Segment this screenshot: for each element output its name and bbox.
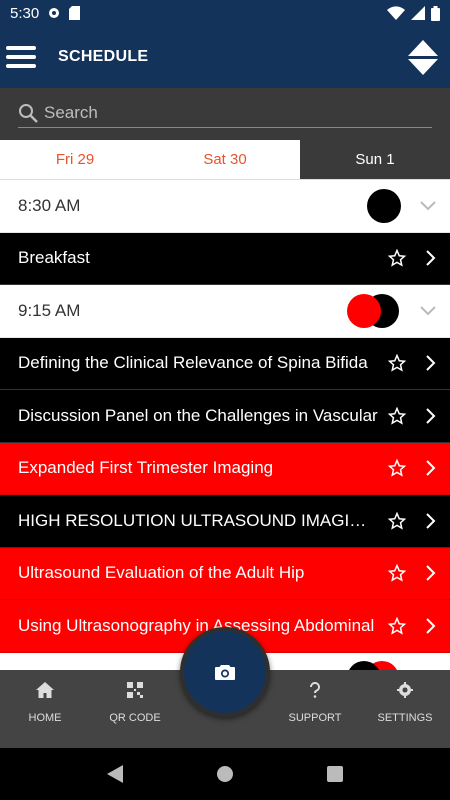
time-header[interactable]: 9:15 AM — [0, 285, 450, 338]
session-row[interactable]: Expanded First Trimester Imaging — [0, 442, 450, 495]
session-title: Breakfast — [18, 248, 90, 268]
status-bar: 5:30 — [0, 0, 450, 26]
menu-icon[interactable] — [6, 41, 36, 73]
chevron-right-icon — [426, 618, 436, 634]
chevron-right-icon — [426, 513, 436, 529]
nav-support[interactable]: SUPPORT — [270, 670, 360, 748]
session-row[interactable]: Defining the Clinical Relevance of Spina… — [0, 337, 450, 390]
status-time: 5:30 — [10, 4, 40, 22]
page-title: SCHEDULE — [58, 48, 149, 65]
time-label: 8:30 AM — [18, 195, 81, 215]
home-icon — [36, 682, 54, 698]
session-row[interactable]: Discussion Panel on the Challenges in Va… — [0, 390, 450, 443]
app-bar: SCHEDULE — [0, 26, 450, 88]
sort-up-icon — [408, 39, 438, 56]
camera-icon — [215, 665, 235, 680]
star-icon[interactable] — [388, 616, 406, 635]
search-icon — [19, 103, 38, 123]
chevron-right-icon — [426, 355, 436, 371]
chevron-right-icon — [426, 250, 436, 266]
session-title: Expanded First Trimester Imaging — [18, 458, 274, 478]
time-label: 9:15 AM — [18, 300, 81, 320]
session-row[interactable]: HIGH RESOLUTION ULTRASOUND IMAGING OF — [0, 495, 450, 548]
gear-icon — [397, 682, 413, 698]
star-icon[interactable] — [388, 511, 406, 530]
chevron-down-icon — [420, 201, 436, 211]
nav-settings-label: SETTINGS — [377, 712, 433, 724]
session-title: Ultrasound Evaluation of the Adult Hip — [18, 563, 305, 583]
star-icon[interactable] — [388, 406, 406, 425]
session-title: HIGH RESOLUTION ULTRASOUND IMAGING OF — [18, 510, 378, 530]
nav-qr-code[interactable]: QR CODE — [90, 670, 180, 748]
star-icon[interactable] — [388, 354, 406, 372]
tab-sun-1[interactable]: Sun 1 — [300, 140, 450, 179]
recents-icon[interactable] — [327, 766, 344, 782]
battery-icon — [431, 5, 440, 21]
nav-home-label: HOME — [28, 712, 62, 724]
search-bar: Search — [0, 88, 450, 140]
chevron-right-icon — [426, 408, 436, 424]
star-icon[interactable] — [388, 249, 406, 267]
wifi-icon — [387, 6, 405, 20]
session-title: Using Ultrasonography in Assessing Abdom… — [18, 615, 375, 635]
tab-sat-30[interactable]: Sat 30 — [150, 140, 300, 179]
back-icon[interactable] — [106, 765, 123, 783]
search-placeholder: Search — [44, 102, 98, 122]
chevron-right-icon — [426, 460, 436, 476]
nav-settings[interactable]: SETTINGS — [360, 670, 450, 748]
sd-card-icon — [69, 6, 81, 20]
gear-icon — [49, 8, 60, 18]
nav-qr-label: QR CODE — [109, 712, 161, 724]
tab-fri-29[interactable]: Fri 29 — [0, 140, 150, 179]
chevron-down-icon — [420, 306, 436, 316]
day-tabs: Fri 29 Sat 30 Sun 1 — [0, 140, 450, 180]
system-nav-bar — [0, 748, 450, 800]
session-row[interactable]: Ultrasound Evaluation of the Adult Hip — [0, 547, 450, 600]
camera-button[interactable] — [180, 627, 270, 717]
time-header[interactable]: 8:30 AM — [0, 180, 450, 233]
star-icon[interactable] — [388, 564, 406, 582]
track-dots-icon — [347, 293, 399, 328]
session-row[interactable]: Breakfast — [0, 232, 450, 285]
nav-home[interactable]: HOME — [0, 670, 90, 748]
sort-down-icon — [408, 58, 438, 75]
home-circle-icon[interactable] — [216, 765, 234, 783]
session-title: Discussion Panel on the Challenges in Va… — [18, 405, 378, 425]
session-title: Defining the Clinical Relevance of Spina… — [18, 353, 368, 373]
question-icon — [310, 682, 320, 698]
star-icon[interactable] — [388, 459, 406, 477]
qr-code-icon — [127, 682, 143, 698]
signal-icon — [411, 6, 425, 20]
nav-support-label: SUPPORT — [288, 712, 342, 724]
chevron-right-icon — [426, 565, 436, 581]
search-input[interactable]: Search — [18, 98, 432, 128]
sort-button[interactable] — [408, 39, 438, 75]
track-dots-icon — [367, 188, 401, 223]
